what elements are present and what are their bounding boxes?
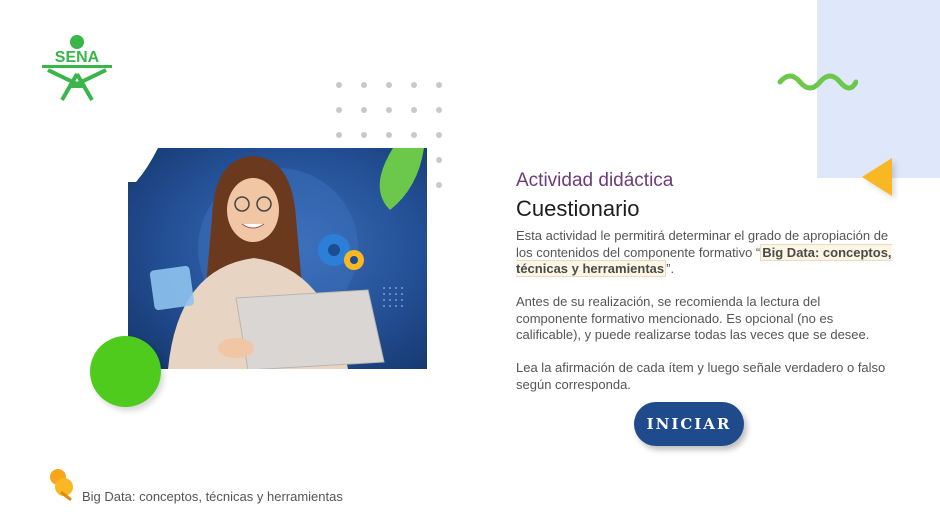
pin-icon — [50, 469, 73, 501]
wave-shape — [777, 73, 858, 91]
instruction-paragraph: Lea la afirmación de cada ítem y luego s… — [516, 360, 886, 392]
svg-text:SENA: SENA — [55, 49, 100, 66]
activity-kicker: Actividad didáctica — [516, 170, 674, 191]
course-name: Big Data: conceptos, técnicas y herramie… — [82, 489, 343, 504]
page-title: Cuestionario — [516, 196, 640, 221]
recommendation-paragraph: Antes de su realización, se recomienda l… — [516, 294, 870, 342]
triangle-shape — [862, 158, 892, 196]
intro-paragraph: Esta actividad le permitirá determinar e… — [516, 228, 892, 278]
hero-image — [128, 148, 427, 369]
start-button[interactable]: INICIAR — [634, 402, 744, 446]
student-illustration — [128, 148, 424, 369]
intro-text-end: ”. — [666, 261, 675, 276]
sena-logo: SENA — [42, 35, 112, 101]
green-circle-shape — [90, 336, 161, 407]
